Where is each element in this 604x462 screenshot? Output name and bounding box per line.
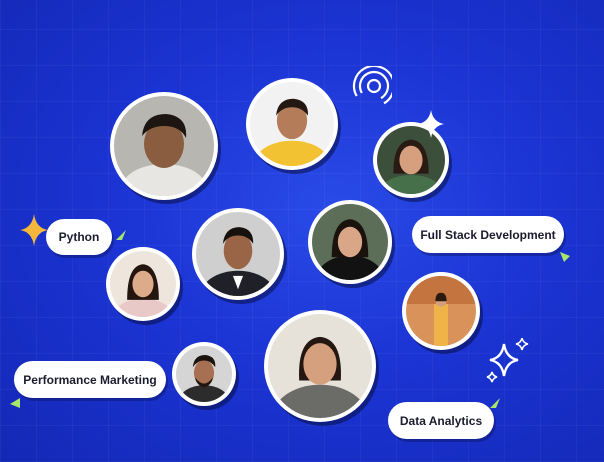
cursor-arrow-icon [116, 230, 126, 240]
avatar-woman-blazer [264, 310, 376, 422]
tag-full-stack-development: Full Stack Development [412, 216, 564, 253]
tag-data-analytics: Data Analytics [388, 402, 494, 439]
sparkle-white-icon [418, 110, 444, 138]
signal-waves-icon [352, 66, 392, 105]
tag-performance-marketing: Performance Marketing [14, 361, 166, 398]
cursor-arrow-icon [10, 398, 20, 408]
avatar-man-suit [192, 208, 284, 300]
avatar-woman-orange-dress [402, 272, 480, 350]
cursor-arrow-icon [490, 398, 500, 408]
avatar-woman-pink-top [106, 247, 180, 321]
avatar-woman-black-scarf [308, 200, 392, 284]
tag-python: Python [46, 219, 112, 255]
hero-collage: Python Full Stack Development Performanc… [0, 0, 604, 462]
cursor-arrow-icon [560, 252, 570, 262]
avatar-man-white-shirt [110, 92, 218, 200]
avatar-man-yellow-shirt [246, 78, 338, 170]
sparkle-outline-icon [486, 338, 529, 383]
sparkle-gold-icon [20, 214, 48, 246]
avatar-man-beard [172, 342, 236, 406]
